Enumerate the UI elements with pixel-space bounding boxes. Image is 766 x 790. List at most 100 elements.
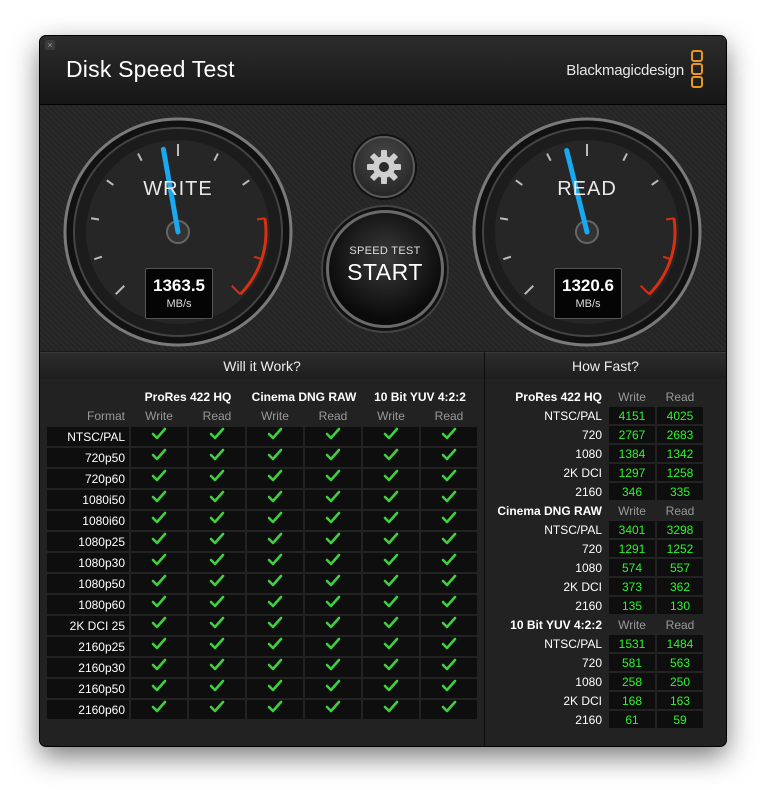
write-subheader: Write <box>618 617 646 632</box>
write-subheader: Write <box>145 409 173 423</box>
check-icon <box>189 574 245 593</box>
check-icon <box>131 658 187 677</box>
read-fps-value: 1258 <box>657 464 703 481</box>
table-row: 2K DCI 1297 1258 <box>486 464 703 481</box>
format-label: 1080p60 <box>47 595 129 614</box>
read-subheader: Read <box>665 389 695 404</box>
gear-icon <box>367 150 401 184</box>
write-fps-value: 346 <box>609 483 655 500</box>
read-gauge: READ 1320.6 MB/s <box>471 116 703 348</box>
check-icon <box>363 658 419 677</box>
read-gauge-tick <box>499 217 509 221</box>
will-it-work-panel: ProRes 422 HQ Cinema DNG RAW 10 Bit YUV 4:… <box>40 379 484 746</box>
table-row: NTSC/PAL 1531 1484 <box>486 635 703 652</box>
read-fps-value: 3298 <box>657 521 703 538</box>
check-icon <box>189 637 245 656</box>
read-speed-readout: 1320.6 MB/s <box>554 268 622 319</box>
check-icon <box>189 427 245 446</box>
read-subheader: Read <box>665 503 695 518</box>
check-icon <box>247 448 303 467</box>
check-icon <box>131 511 187 530</box>
table-row: 720p50 <box>47 448 477 467</box>
write-fps-value: 1291 <box>609 540 655 557</box>
check-icon <box>247 679 303 698</box>
resolution-label: 720 <box>581 427 602 442</box>
start-button[interactable]: SPEED TEST START <box>326 210 444 328</box>
will-it-work-header: Will it Work? <box>40 352 484 380</box>
read-speed-value: 1320.6 <box>562 276 614 295</box>
check-icon <box>421 490 477 509</box>
table-row: 720p60 <box>47 469 477 488</box>
check-icon <box>421 616 477 635</box>
check-icon <box>189 616 245 635</box>
table-row: 1080 574 557 <box>486 559 703 576</box>
resolution-label: 720 <box>581 655 602 670</box>
check-icon <box>131 448 187 467</box>
check-icon <box>247 637 303 656</box>
read-fps-value: 557 <box>657 559 703 576</box>
table-row: 720 581 563 <box>486 654 703 671</box>
write-speed-readout: 1363.5 MB/s <box>145 268 213 319</box>
format-label: 2160p60 <box>47 700 129 719</box>
check-icon <box>189 595 245 614</box>
table-row: 1080p30 <box>47 553 477 572</box>
check-icon <box>247 595 303 614</box>
check-icon <box>305 637 361 656</box>
will-it-work-group-header: ProRes 422 HQ <box>144 390 232 404</box>
write-fps-value: 574 <box>609 559 655 576</box>
how-fast-group-label: Cinema DNG RAW <box>497 503 602 518</box>
resolution-label: 2160 <box>575 484 602 499</box>
read-fps-value: 130 <box>657 597 703 614</box>
close-icon[interactable]: × <box>45 40 55 50</box>
table-row: 1080i60 <box>47 511 477 530</box>
how-fast-table: ProRes 422 HQ Write Read NTSC/PAL 4151 4025 72… <box>484 386 705 730</box>
check-icon <box>131 574 187 593</box>
resolution-label: 2160 <box>575 712 602 727</box>
check-icon <box>247 700 303 719</box>
check-icon <box>131 700 187 719</box>
check-icon <box>363 469 419 488</box>
write-fps-value: 168 <box>609 692 655 709</box>
start-button-caption: SPEED TEST <box>349 245 421 257</box>
read-fps-value: 163 <box>657 692 703 709</box>
check-icon <box>305 532 361 551</box>
will-it-work-group-header: Cinema DNG RAW <box>251 390 357 404</box>
table-row: 2160p30 <box>47 658 477 677</box>
check-icon <box>247 658 303 677</box>
table-row: 1080i50 <box>47 490 477 509</box>
resolution-label: 720 <box>581 541 602 556</box>
read-fps-value: 2683 <box>657 426 703 443</box>
resolution-label: 2K DCI <box>563 465 602 480</box>
check-icon <box>131 637 187 656</box>
check-icon <box>189 490 245 509</box>
check-icon <box>189 532 245 551</box>
table-row: 1080p25 <box>47 532 477 551</box>
check-icon <box>421 532 477 551</box>
format-label: 1080i50 <box>47 490 129 509</box>
write-subheader: Write <box>618 503 646 518</box>
resolution-label: 2K DCI <box>563 579 602 594</box>
format-label: 2160p50 <box>47 679 129 698</box>
resolution-label: NTSC/PAL <box>544 522 602 537</box>
write-fps-value: 61 <box>609 711 655 728</box>
table-row: 2K DCI 168 163 <box>486 692 703 709</box>
check-icon <box>305 616 361 635</box>
check-icon <box>305 700 361 719</box>
app-window: × Disk Speed Test Blackmagicdesign WRITE… <box>40 36 726 746</box>
check-icon <box>131 616 187 635</box>
format-label: 2160p25 <box>47 637 129 656</box>
write-gauge: WRITE 1363.5 MB/s <box>62 116 294 348</box>
table-row: 2K DCI 373 362 <box>486 578 703 595</box>
table-row: NTSC/PAL 4151 4025 <box>486 407 703 424</box>
read-subheader: Read <box>434 409 464 423</box>
check-icon <box>363 532 419 551</box>
check-icon <box>421 553 477 572</box>
corner-cell <box>47 389 129 405</box>
check-icon <box>305 448 361 467</box>
check-icon <box>189 679 245 698</box>
settings-button[interactable] <box>353 136 415 198</box>
write-speed-unit: MB/s <box>166 298 192 310</box>
table-row: 2160 61 59 <box>486 711 703 728</box>
check-icon <box>305 595 361 614</box>
write-subheader: Write <box>377 409 405 423</box>
